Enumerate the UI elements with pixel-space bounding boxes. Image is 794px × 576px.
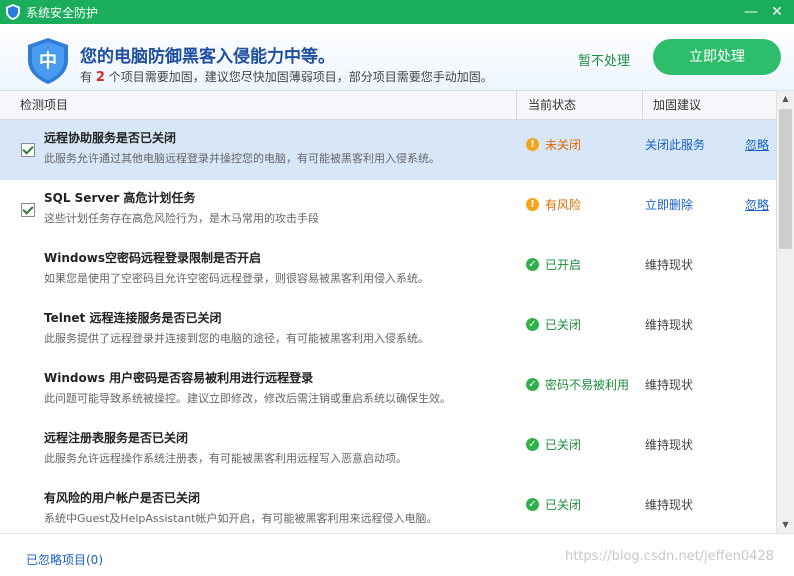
skip-processing-link[interactable]: 暂不处理	[578, 50, 630, 69]
advice-text: 维持现状	[645, 438, 694, 452]
check-item-description: 此问题可能导致系统被操控。建议立即修改，修改后需注销或重启系统以确保生效。	[44, 392, 451, 405]
check-circle-icon: ✓	[526, 498, 539, 511]
check-circle-icon: ✓	[526, 378, 539, 391]
footer-bar: 已忽略项目(0) https://blog.csdn.net/jeffen042…	[0, 533, 794, 576]
scrollbar-thumb[interactable]	[779, 109, 792, 249]
shield-app-icon	[6, 4, 20, 20]
advice-text: 维持现状	[645, 318, 694, 332]
column-header-advice: 加固建议	[653, 98, 702, 112]
check-item-row[interactable]: Telnet 远程连接服务是否已关闭此服务提供了远程登录并连接到您的电脑的途径，…	[0, 300, 776, 361]
watermark-text: https://blog.csdn.net/jeffen0428	[565, 549, 774, 564]
check-item-description: 此服务允许通过其他电脑远程登录并操控您的电脑，有可能被黑客利用入侵系统。	[44, 152, 440, 165]
status-indicator: ! 未关闭	[526, 136, 581, 153]
status-indicator: ✓ 已关闭	[526, 436, 581, 453]
summary-header: 中 您的电脑防御黑客入侵能力中等。 有 2 个项目需要加固，建议您尽快加固薄弱项…	[0, 24, 794, 91]
check-item-title: Telnet 远程连接服务是否已关闭	[44, 311, 222, 325]
status-indicator: ! 有风险	[526, 196, 581, 213]
check-item-title: 远程协助服务是否已关闭	[44, 131, 177, 145]
check-item-row[interactable]: SQL Server 高危计划任务这些计划任务存在高危风险行为，是木马常用的攻击…	[0, 180, 776, 241]
security-headline: 您的电脑防御黑客入侵能力中等。	[80, 47, 335, 67]
check-circle-icon: ✓	[526, 438, 539, 451]
status-text: 已关闭	[545, 498, 582, 512]
shield-icon: 中	[28, 38, 68, 84]
status-indicator: ✓ 已关闭	[526, 316, 581, 333]
check-item-title: Windows 用户密码是否容易被利用进行远程登录	[44, 371, 314, 385]
scroll-up-arrow-icon[interactable]: ▲	[777, 91, 794, 107]
column-header-status: 当前状态	[528, 98, 577, 112]
title-bar: 系统安全防护 — ✕	[0, 0, 794, 24]
subline-prefix: 有	[80, 70, 93, 84]
column-header-item: 检测项目	[20, 98, 69, 112]
process-now-button[interactable]: 立即处理	[653, 39, 781, 75]
minimize-button[interactable]: —	[740, 2, 762, 22]
advice-action-link[interactable]: 立即删除	[645, 196, 693, 213]
check-item-title: 有风险的用户帐户是否已关闭	[44, 491, 201, 505]
check-item-row[interactable]: 远程协助服务是否已关闭此服务允许通过其他电脑远程登录并操控您的电脑，有可能被黑客…	[0, 120, 776, 181]
vertical-scrollbar[interactable]: ▲ ▼	[776, 91, 794, 533]
check-item-description: 这些计划任务存在高危风险行为，是木马常用的攻击手段	[44, 212, 319, 225]
check-item-row[interactable]: Windows 用户密码是否容易被利用进行远程登录此问题可能导致系统被操控。建议…	[0, 360, 776, 421]
security-subline: 有 2 个项目需要加固，建议您尽快加固薄弱项目，部分项目需要您手动加固。	[80, 68, 493, 85]
check-item-row[interactable]: 远程注册表服务是否已关闭此服务允许远程操作系统注册表，有可能被黑客利用远程写入恶…	[0, 420, 776, 481]
advice-text: 维持现状	[645, 258, 694, 272]
advice-text: 维持现状	[645, 498, 694, 512]
ignore-item-link[interactable]: 忽略	[745, 196, 769, 213]
status-text: 已关闭	[545, 438, 582, 452]
window-title: 系统安全防护	[26, 5, 99, 20]
check-item-title: Windows空密码远程登录限制是否开启	[44, 251, 261, 265]
ignored-items-link[interactable]: 已忽略项目(0)	[26, 551, 103, 568]
check-item-row[interactable]: 有风险的用户帐户是否已关闭系统中Guest及HelpAssistant帐户如开启…	[0, 480, 776, 532]
row-checkbox[interactable]	[21, 143, 35, 157]
status-text: 已开启	[545, 258, 582, 272]
check-item-list: 远程协助服务是否已关闭此服务允许通过其他电脑远程登录并操控您的电脑，有可能被黑客…	[0, 120, 776, 532]
warning-icon: !	[526, 198, 539, 211]
check-item-title: 远程注册表服务是否已关闭	[44, 431, 189, 445]
check-item-description: 此服务提供了远程登录并连接到您的电脑的途径，有可能被黑客利用入侵系统。	[44, 332, 429, 345]
check-item-description: 此服务允许远程操作系统注册表，有可能被黑客利用远程写入恶意启动项。	[44, 452, 407, 465]
subline-suffix: 个项目需要加固，建议您尽快加固薄弱项目，部分项目需要您手动加固。	[108, 70, 493, 84]
check-item-row[interactable]: Windows空密码远程登录限制是否开启如果您是使用了空密码且允许空密码远程登录…	[0, 240, 776, 301]
column-divider	[642, 91, 643, 119]
warning-icon: !	[526, 138, 539, 151]
ignore-item-link[interactable]: 忽略	[745, 136, 769, 153]
column-divider	[516, 91, 517, 119]
advice-text: 维持现状	[645, 378, 694, 392]
check-circle-icon: ✓	[526, 318, 539, 331]
advice-action-link[interactable]: 关闭此服务	[645, 136, 705, 153]
status-indicator: ✓ 已关闭	[526, 496, 581, 513]
status-text: 已关闭	[545, 318, 582, 332]
check-item-description: 如果您是使用了空密码且允许空密码远程登录，则很容易被黑客利用侵入系统。	[44, 272, 429, 285]
scroll-down-arrow-icon[interactable]: ▼	[777, 517, 794, 533]
check-item-description: 系统中Guest及HelpAssistant帐户如开启，有可能被黑客利用来远程侵…	[44, 512, 438, 525]
status-indicator: ✓ 已开启	[526, 256, 581, 273]
check-circle-icon: ✓	[526, 258, 539, 271]
close-button[interactable]: ✕	[766, 2, 788, 22]
status-text: 有风险	[545, 198, 582, 212]
status-text: 密码不易被利用	[545, 378, 630, 392]
status-text: 未关闭	[545, 138, 582, 152]
shield-level-text: 中	[39, 50, 57, 72]
status-indicator: ✓ 密码不易被利用	[526, 376, 629, 393]
item-count: 2	[95, 70, 105, 85]
row-checkbox[interactable]	[21, 203, 35, 217]
check-item-title: SQL Server 高危计划任务	[44, 191, 196, 205]
table-header: 检测项目 当前状态 加固建议	[0, 91, 776, 120]
